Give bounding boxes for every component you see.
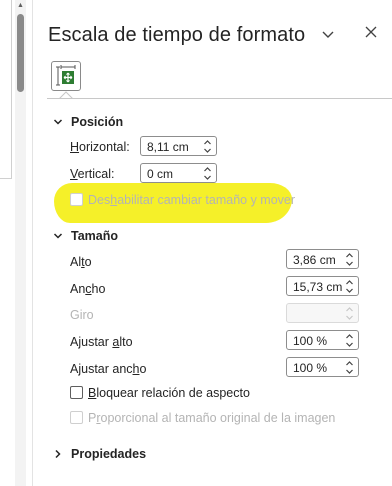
size-position-icon (56, 65, 76, 86)
spinner-arrows-icon[interactable] (345, 279, 354, 294)
scroll-up-icon[interactable]: ▲ (15, 0, 26, 12)
section-properties-header[interactable]: Propiedades (53, 447, 146, 461)
chevron-down-icon (53, 119, 63, 125)
section-size-header[interactable]: Tamaño (53, 229, 118, 243)
ajustar-ancho-value: 100 % (293, 361, 328, 375)
horizontal-spinner[interactable]: 8,11 cm (140, 136, 217, 156)
page-border-bottom (0, 178, 12, 179)
section-properties-title: Propiedades (71, 447, 147, 461)
giro-spinner (286, 303, 359, 323)
no-resize-checkbox[interactable] (70, 193, 83, 206)
horizontal-label: Horizontal: (70, 140, 130, 154)
giro-label: Giro (70, 308, 94, 322)
vertical-value: 0 cm (147, 167, 174, 181)
chevron-right-icon (55, 449, 61, 459)
chevron-down-icon[interactable] (320, 28, 336, 42)
pane-title: Escala de tiempo de formato (48, 24, 306, 46)
lock-aspect-label: Bloquear relación de aspecto (88, 386, 250, 400)
page-border (0, 0, 12, 178)
ancho-label: Ancho (70, 282, 106, 296)
alto-value: 3,86 cm (293, 253, 336, 267)
section-position-header[interactable]: Posición (53, 115, 123, 129)
ajustar-ancho-label: Ajustar ancho (70, 362, 147, 376)
format-pane: Escala de tiempo de formato Posición Hor… (32, 0, 392, 486)
section-position-title: Posición (71, 115, 124, 129)
close-icon[interactable] (363, 24, 379, 40)
spinner-arrows-icon (346, 307, 353, 320)
ajustar-alto-value: 100 % (293, 334, 328, 348)
document-area: ▲ (0, 0, 30, 486)
vertical-label: Vertical: (70, 167, 115, 181)
spinner-arrows-icon[interactable] (203, 139, 212, 154)
relative-original-checkbox (70, 411, 83, 424)
spinner-arrows-icon[interactable] (345, 360, 354, 375)
chevron-down-icon (53, 233, 63, 239)
ancho-spinner[interactable]: 15,73 cm (286, 276, 359, 296)
ajustar-ancho-spinner[interactable]: 100 % (286, 357, 359, 377)
horizontal-value: 8,11 cm (147, 140, 189, 154)
vertical-spinner[interactable]: 0 cm (140, 163, 217, 183)
alto-label: Alto (70, 255, 92, 269)
ancho-value: 15,73 cm (293, 280, 343, 294)
ajustar-alto-label: Ajustar alto (70, 335, 133, 349)
alto-spinner[interactable]: 3,86 cm (286, 249, 359, 269)
scroll-thumb[interactable] (17, 14, 24, 92)
spinner-arrows-icon[interactable] (203, 166, 212, 181)
size-position-tab[interactable] (51, 61, 81, 91)
spinner-arrows-icon[interactable] (345, 333, 354, 348)
no-resize-label: Deshabilitar cambiar tamaño y mover (88, 193, 296, 207)
section-size-title: Tamaño (71, 229, 118, 243)
ajustar-alto-spinner[interactable]: 100 % (286, 330, 359, 350)
vertical-scrollbar[interactable]: ▲ (15, 0, 26, 486)
lock-aspect-checkbox[interactable] (70, 386, 83, 399)
tab-separator (47, 98, 392, 99)
spinner-arrows-icon[interactable] (345, 252, 354, 267)
relative-original-label: Proporcional al tamaño original de la im… (88, 411, 336, 425)
